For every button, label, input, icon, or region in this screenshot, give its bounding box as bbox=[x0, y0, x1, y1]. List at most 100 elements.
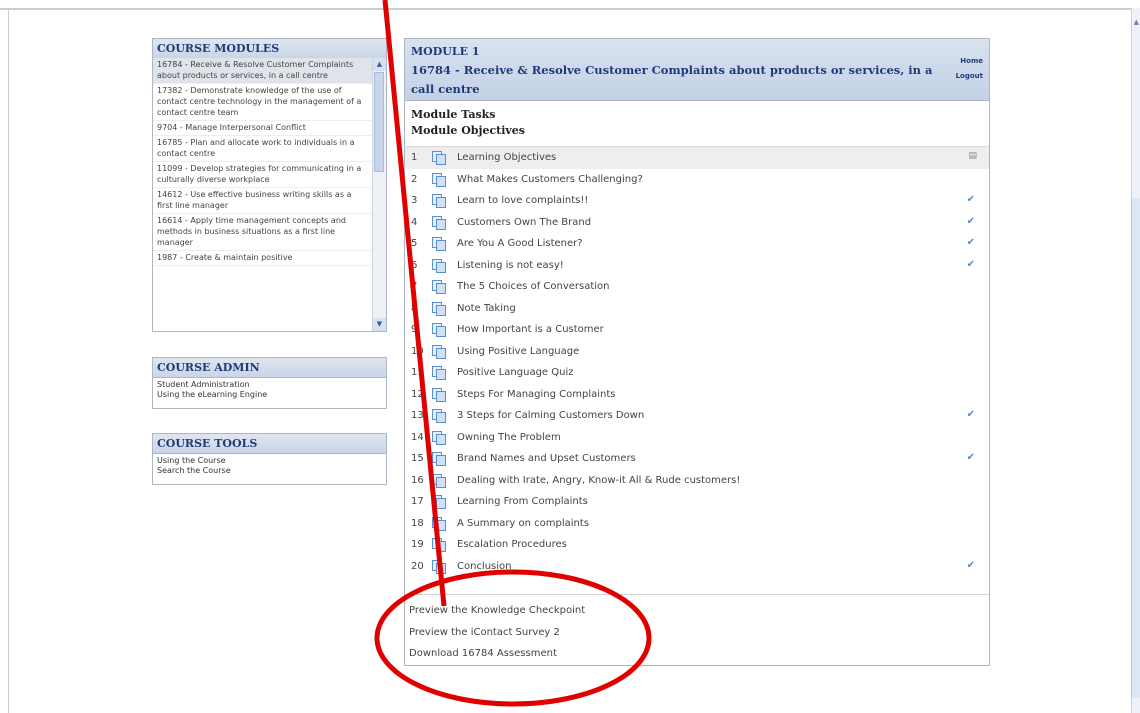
lesson-label[interactable]: Escalation Procedures bbox=[457, 539, 567, 550]
download-assessment-link[interactable]: Download 16784 Assessment bbox=[405, 648, 989, 670]
lesson-number: 2 bbox=[411, 173, 418, 185]
course-modules-panel: COURSE MODULES 16784 - Receive & Resolve… bbox=[152, 38, 387, 332]
course-tools-title: COURSE TOOLS bbox=[153, 434, 386, 454]
lesson-row[interactable]: 15 Brand Names and Upset Customers ✔ bbox=[405, 448, 989, 470]
lesson-label[interactable]: Dealing with Irate, Angry, Know-it All &… bbox=[457, 475, 740, 486]
lesson-label[interactable]: Steps For Managing Complaints bbox=[457, 389, 616, 400]
pages-icon bbox=[432, 280, 446, 294]
module-item[interactable]: 16785 - Plan and allocate work to indivi… bbox=[153, 136, 372, 162]
modules-scrollbar-thumb[interactable] bbox=[374, 72, 384, 172]
scroll-up-arrow-icon[interactable]: ▲ bbox=[1134, 18, 1139, 26]
lesson-row[interactable]: 7 The 5 Choices of Conversation bbox=[405, 276, 989, 298]
lesson-number: 8 bbox=[411, 302, 418, 314]
pages-icon bbox=[432, 559, 446, 574]
lesson-label[interactable]: Note Taking bbox=[457, 303, 516, 314]
module-item[interactable]: 1987 - Create & maintain positive bbox=[153, 251, 372, 266]
check-icon: ✔ bbox=[966, 409, 975, 420]
lesson-number: 3 bbox=[411, 195, 418, 206]
lesson-row[interactable]: 8 Note Taking bbox=[405, 298, 989, 320]
course-modules-title: COURSE MODULES bbox=[153, 39, 386, 59]
modules-scrollbar[interactable]: ▲ ▼ bbox=[372, 58, 386, 331]
lesson-row[interactable]: 5 Are You A Good Listener? ✔ bbox=[405, 233, 989, 255]
lesson-label[interactable]: Learn to love complaints!! bbox=[457, 195, 588, 206]
lesson-number: 7 bbox=[411, 281, 418, 292]
lesson-label[interactable]: How Important is a Customer bbox=[457, 324, 604, 335]
pages-icon bbox=[432, 258, 446, 273]
lesson-row[interactable]: 11 Positive Language Quiz bbox=[405, 362, 989, 384]
lesson-label[interactable]: 3 Steps for Calming Customers Down bbox=[457, 410, 644, 421]
pages-icon bbox=[432, 516, 446, 531]
lesson-label[interactable]: What Makes Customers Challenging? bbox=[457, 174, 643, 185]
pages-icon bbox=[432, 323, 446, 337]
lesson-row[interactable]: 16 Dealing with Irate, Angry, Know-it All… bbox=[405, 470, 989, 492]
course-tools-panel: COURSE TOOLS Using the Course Search the… bbox=[152, 433, 387, 485]
pages-icon bbox=[432, 452, 446, 466]
preview-knowledge-checkpoint-link[interactable]: Preview the Knowledge Checkpoint bbox=[405, 605, 989, 627]
module-objectives-link[interactable]: Module Objectives bbox=[411, 123, 983, 139]
module-header: MODULE 1 16784 - Receive & Resolve Custo… bbox=[405, 39, 989, 101]
lesson-label[interactable]: Conclusion bbox=[457, 561, 512, 572]
lesson-label[interactable]: Learning Objectives bbox=[457, 152, 556, 163]
lesson-label[interactable]: Brand Names and Upset Customers bbox=[457, 453, 636, 464]
lesson-row[interactable]: 14 Owning The Problem bbox=[405, 427, 989, 449]
lesson-row[interactable]: 19 Escalation Procedures bbox=[405, 534, 989, 556]
lesson-row[interactable]: 12 Steps For Managing Complaints bbox=[405, 384, 989, 406]
lesson-label[interactable]: Are You A Good Listener? bbox=[457, 238, 583, 249]
module-tasks-link[interactable]: Module Tasks bbox=[411, 107, 983, 123]
module-item[interactable]: 11099 - Develop strategies for communica… bbox=[153, 162, 372, 188]
logout-link[interactable]: Logout bbox=[956, 72, 983, 80]
chevron-down-icon[interactable]: ▼ bbox=[373, 318, 386, 331]
tools-link-search-course[interactable]: Search the Course bbox=[157, 466, 382, 476]
admin-link-student-administration[interactable]: Student Administration bbox=[157, 380, 382, 390]
preview-icontact-survey-link[interactable]: Preview the iContact Survey 2 bbox=[405, 627, 989, 649]
home-link[interactable]: Home bbox=[960, 57, 983, 65]
module-title: 16784 - Receive & Resolve Customer Compl… bbox=[411, 63, 933, 96]
module-item[interactable]: 9704 - Manage Interpersonal Conflict bbox=[153, 121, 372, 136]
lesson-row[interactable]: 20 Conclusion ✔ bbox=[405, 556, 989, 578]
lesson-row[interactable]: 13 3 Steps for Calming Customers Down ✔ bbox=[405, 405, 989, 427]
tools-link-using-course[interactable]: Using the Course bbox=[157, 456, 382, 466]
lesson-number: 16 bbox=[411, 474, 424, 486]
course-modules-list: 16784 - Receive & Resolve Customer Compl… bbox=[153, 58, 372, 331]
module-item[interactable]: 16784 - Receive & Resolve Customer Compl… bbox=[153, 58, 372, 84]
page-scrollbar[interactable]: ▲ bbox=[1131, 8, 1140, 713]
page-scrollbar-thumb[interactable] bbox=[1131, 198, 1140, 698]
lesson-label[interactable]: Positive Language Quiz bbox=[457, 367, 574, 378]
lesson-label[interactable]: The 5 Choices of Conversation bbox=[457, 281, 610, 292]
lesson-label[interactable]: Listening is not easy! bbox=[457, 260, 564, 271]
lesson-number: 13 bbox=[411, 410, 424, 421]
chevron-up-icon[interactable]: ▲ bbox=[373, 58, 386, 71]
lesson-nav-icon[interactable]: ▤ bbox=[968, 151, 977, 161]
lesson-row[interactable]: 10 Using Positive Language bbox=[405, 341, 989, 363]
lesson-row[interactable]: 6 Listening is not easy! ✔ bbox=[405, 255, 989, 277]
admin-link-elearning-engine[interactable]: Using the eLearning Engine bbox=[157, 390, 382, 400]
lesson-label[interactable]: Customers Own The Brand bbox=[457, 217, 591, 228]
module-item[interactable]: 17382 - Demonstrate knowledge of the use… bbox=[153, 84, 372, 121]
check-icon: ✔ bbox=[966, 194, 975, 205]
pages-icon bbox=[432, 409, 446, 423]
lesson-label[interactable]: A Summary on complaints bbox=[457, 518, 589, 529]
lesson-row[interactable]: 18 A Summary on complaints bbox=[405, 513, 989, 535]
lesson-row[interactable]: 17 Learning From Complaints bbox=[405, 491, 989, 513]
module-panel: MODULE 1 16784 - Receive & Resolve Custo… bbox=[404, 38, 990, 666]
lesson-number: 11 bbox=[411, 367, 424, 378]
module-label: MODULE 1 bbox=[411, 45, 480, 58]
lesson-number: 12 bbox=[411, 388, 424, 400]
lesson-label[interactable]: Owning The Problem bbox=[457, 432, 561, 443]
check-icon: ✔ bbox=[966, 258, 975, 270]
lesson-label[interactable]: Learning From Complaints bbox=[457, 496, 588, 507]
lesson-row[interactable]: 2 What Makes Customers Challenging? bbox=[405, 169, 989, 191]
preview-links: Preview the Knowledge Checkpoint Preview… bbox=[405, 594, 989, 670]
lesson-number: 5 bbox=[411, 238, 418, 249]
lesson-row[interactable]: 1 Learning Objectives ▤ bbox=[405, 147, 989, 169]
check-icon: ✔ bbox=[966, 452, 975, 463]
lesson-label[interactable]: Using Positive Language bbox=[457, 346, 579, 357]
lesson-number: 4 bbox=[411, 216, 418, 228]
pages-icon bbox=[432, 366, 446, 380]
lesson-row[interactable]: 9 How Important is a Customer bbox=[405, 319, 989, 341]
lesson-number: 1 bbox=[411, 152, 418, 163]
lesson-row[interactable]: 3 Learn to love complaints!! ✔ bbox=[405, 190, 989, 212]
module-item[interactable]: 16614 - Apply time management concepts a… bbox=[153, 214, 372, 251]
lesson-row[interactable]: 4 Customers Own The Brand ✔ bbox=[405, 212, 989, 234]
module-item[interactable]: 14612 - Use effective business writing s… bbox=[153, 188, 372, 214]
